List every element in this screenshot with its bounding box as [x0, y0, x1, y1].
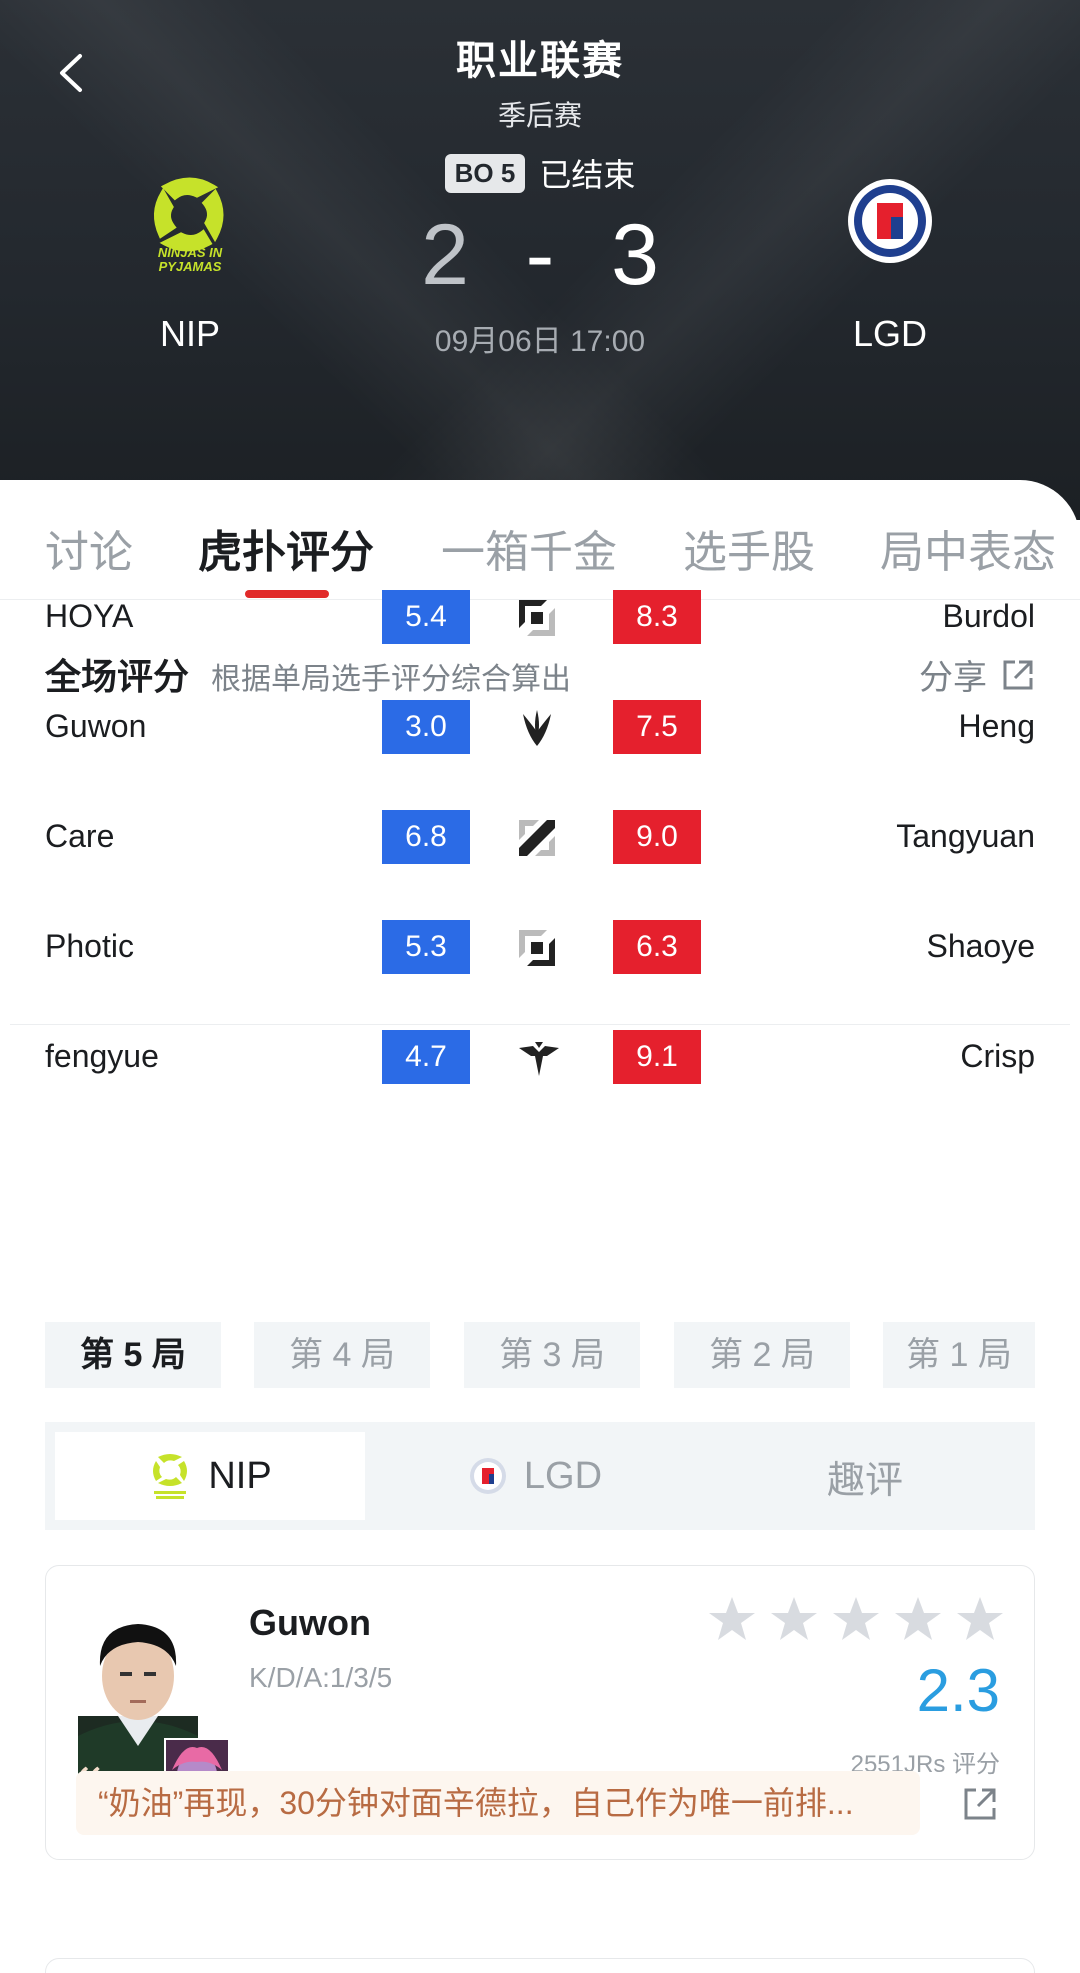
lgd-logo-icon: [835, 165, 945, 275]
tab-treasure-box[interactable]: 一箱千金: [441, 516, 617, 580]
content-panel: 讨论 虎扑评分 一箱千金 选手股 局中表态 全场评分 根据单局选手评分综合算出 …: [0, 480, 1080, 1973]
right-player-name: Burdol: [942, 598, 1036, 634]
team-switch: NIP LGD 趣评: [45, 1422, 1035, 1530]
lgd-logo-icon: [469, 1458, 506, 1494]
star-icon[interactable]: [892, 1594, 944, 1646]
rating-row-4[interactable]: Photic 5.3 6.3 Shaoye: [45, 920, 1035, 976]
left-player-name: Photic: [45, 928, 134, 964]
tab-hupu-rating[interactable]: 虎扑评分: [198, 516, 374, 580]
left-player-name: HOYA: [45, 598, 134, 634]
team-switch-lgd-label: LGD: [523, 1454, 603, 1497]
rating-row-3[interactable]: Care 6.8 9.0 Tangyuan: [45, 810, 1035, 866]
tab-player-stock[interactable]: 选手股: [683, 516, 815, 580]
team-switch-fun-label: 趣评: [826, 1459, 903, 1502]
left-player-score: 5.3: [382, 920, 470, 974]
format-badge: BO 5: [444, 153, 526, 193]
share-icon: [1003, 660, 1033, 689]
left-player-name: Care: [45, 818, 115, 854]
game-selector: 第 5 局 第 4 局 第 3 局 第 2 局 第 1 局: [45, 1322, 1035, 1388]
svg-text:NINJAS IN: NINJAS IN: [158, 245, 223, 260]
right-player-score: 6.3: [613, 920, 701, 974]
support-icon: [517, 1038, 559, 1078]
left-player-name: Guwon: [45, 708, 147, 744]
score-left: 2: [421, 207, 469, 303]
tab-in-game-opinion[interactable]: 局中表态: [880, 516, 1056, 580]
team-right[interactable]: LGD: [805, 165, 975, 355]
star-icon[interactable]: [830, 1594, 882, 1646]
match-page: 职业联赛 季后赛 BO 5 已结束 2 - 3 09月06日 17:00 NIN…: [0, 0, 1080, 1973]
left-player-name: fengyue: [45, 1038, 159, 1074]
right-player-name: Crisp: [960, 1038, 1035, 1074]
match-header: 职业联赛 季后赛 BO 5 已结束 2 - 3 09月06日 17:00 NIN…: [0, 0, 1080, 520]
nip-logo-icon: NINJAS IN PYJAMAS: [135, 165, 245, 275]
bottom-lane-icon: [517, 928, 557, 968]
team-right-name: LGD: [852, 313, 928, 354]
mid-lane-icon: [517, 818, 557, 858]
game-tab-3[interactable]: 第 3 局: [464, 1322, 640, 1388]
score-separator: -: [525, 207, 555, 303]
game-tab-5[interactable]: 第 5 局: [45, 1322, 221, 1388]
top-comment[interactable]: “奶油”再现，30分钟对面辛德拉，自己作为唯一前排...: [76, 1771, 920, 1835]
left-player-score: 5.4: [382, 590, 470, 644]
rating-row-2[interactable]: Guwon 3.0 7.5 Heng: [45, 700, 1035, 756]
right-player-name: Heng: [958, 708, 1036, 744]
left-player-score: 4.7: [382, 1030, 470, 1084]
star-icon[interactable]: [706, 1594, 758, 1646]
game-tab-2[interactable]: 第 2 局: [674, 1322, 850, 1388]
stage-label: 季后赛: [497, 100, 582, 131]
right-player-score: 9.1: [613, 1030, 701, 1084]
rating-row-1[interactable]: HOYA 5.4 8.3 Burdol: [45, 590, 1035, 646]
star-icon[interactable]: [768, 1594, 820, 1646]
tab-bar: 讨论 虎扑评分 一箱千金 选手股 局中表态: [0, 480, 1080, 600]
team-left[interactable]: NINJAS IN PYJAMAS NIP: [105, 165, 275, 355]
game-tab-4[interactable]: 第 4 局: [254, 1322, 430, 1388]
right-player-name: Tangyuan: [896, 818, 1035, 854]
rating-row-5[interactable]: fengyue 4.7 9.1 Crisp: [45, 1030, 1035, 1086]
team-switch-nip-label: NIP: [208, 1454, 272, 1497]
game-tab-1[interactable]: 第 1 局: [883, 1322, 1035, 1388]
right-player-score: 9.0: [613, 810, 701, 864]
league-title: 职业联赛: [456, 39, 624, 83]
right-player-score: 7.5: [613, 700, 701, 754]
overall-rating-header: 全场评分 根据单局选手评分综合算出 分享: [45, 648, 1035, 698]
star-rating[interactable]: [706, 1594, 1006, 1654]
team-switch-nip[interactable]: NIP: [55, 1432, 365, 1520]
tab-discussion[interactable]: 讨论: [45, 516, 133, 580]
player-name: Guwon: [249, 1602, 371, 1643]
player-average-score: 2.3: [916, 1657, 1000, 1724]
star-icon[interactable]: [954, 1594, 1006, 1646]
svg-text:PYJAMAS: PYJAMAS: [159, 259, 222, 274]
status-text: 已结束: [539, 157, 636, 193]
next-player-card[interactable]: [45, 1958, 1035, 1973]
overall-rating-title: 全场评分: [45, 656, 190, 697]
overall-rating-subtitle: 根据单局选手评分综合算出: [211, 663, 571, 696]
left-player-score: 6.8: [382, 810, 470, 864]
team-switch-fun-review[interactable]: 趣评: [705, 1432, 1025, 1520]
left-player-score: 3.0: [382, 700, 470, 754]
comment-share-icon[interactable]: [960, 1784, 1000, 1824]
score-right: 3: [611, 207, 659, 303]
player-kda: K/D/A:1/3/5: [249, 1662, 393, 1693]
team-left-name: NIP: [159, 313, 220, 354]
right-player-name: Shaoye: [926, 928, 1035, 964]
player-rating-card[interactable]: Guwon K/D/A:1/3/5 2.3 2551JRs 评分 “ “奶油”再…: [45, 1565, 1035, 1860]
team-switch-lgd[interactable]: LGD: [375, 1432, 695, 1520]
jungle-icon: [517, 708, 557, 748]
nip-logo-icon: [153, 1454, 188, 1499]
section-divider: [10, 1024, 1070, 1025]
top-lane-icon: [517, 598, 557, 638]
share-label: 分享: [919, 659, 987, 697]
share-button[interactable]: 分享: [919, 650, 1035, 699]
right-player-score: 8.3: [613, 590, 701, 644]
